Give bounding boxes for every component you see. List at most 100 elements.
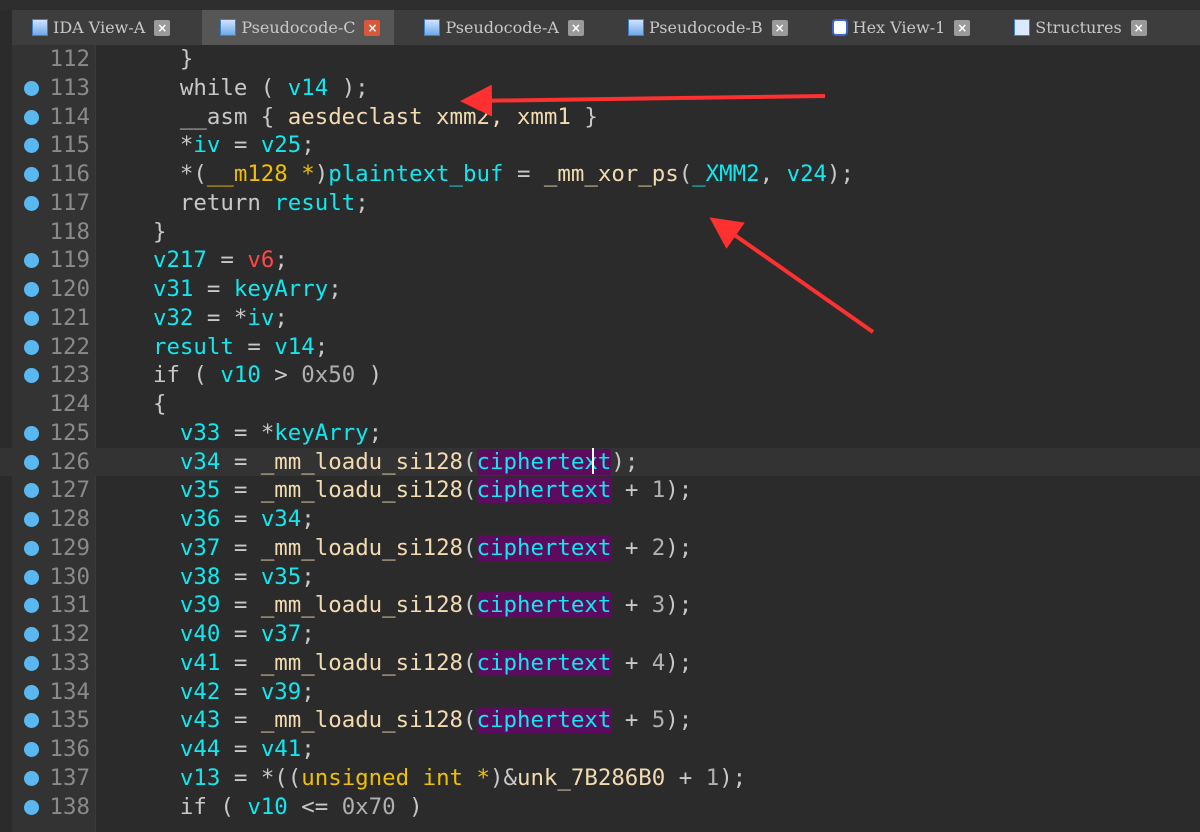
- variable[interactable]: v35: [180, 477, 220, 503]
- variable[interactable]: v217: [153, 247, 207, 273]
- function-name[interactable]: unk_7B286B0: [517, 765, 665, 791]
- code-line[interactable]: 131 v39 = _mm_loadu_si128(ciphertext + 3…: [0, 591, 1200, 620]
- tab-pseudocode-b[interactable]: Pseudocode-B ×: [610, 10, 802, 45]
- variable[interactable]: v14: [274, 334, 314, 360]
- variable[interactable]: v39: [261, 679, 301, 705]
- breakpoint-dot-icon[interactable]: [24, 80, 39, 96]
- variable[interactable]: v25: [261, 132, 301, 158]
- variable[interactable]: result: [153, 334, 234, 360]
- code-line[interactable]: 122 result = v14;: [0, 333, 1200, 362]
- breakpoint-dot-icon[interactable]: [24, 253, 39, 269]
- breakpoint-dot-icon[interactable]: [24, 512, 39, 527]
- variable[interactable]: v10: [220, 362, 260, 388]
- breakpoint-dot-icon[interactable]: [24, 598, 39, 614]
- search-highlight[interactable]: ciphertext: [476, 649, 612, 676]
- variable[interactable]: result: [274, 190, 355, 216]
- close-tab-icon[interactable]: ×: [154, 19, 171, 36]
- variable[interactable]: v14: [288, 75, 328, 101]
- code-line[interactable]: 129 v37 = _mm_loadu_si128(ciphertext + 2…: [0, 534, 1200, 563]
- variable[interactable]: v10: [247, 794, 287, 820]
- variable[interactable]: v24: [787, 161, 827, 187]
- variable[interactable]: keyArry: [274, 420, 368, 446]
- code-line[interactable]: 118 }: [0, 218, 1200, 247]
- variable[interactable]: v41: [180, 650, 220, 676]
- code-line[interactable]: 116 *(__m128 *)plaintext_buf = _mm_xor_p…: [0, 160, 1200, 189]
- variable[interactable]: v40: [180, 621, 220, 647]
- variable[interactable]: v33: [180, 420, 220, 446]
- breakpoint-dot-icon[interactable]: [24, 684, 39, 700]
- variable[interactable]: v36: [180, 506, 220, 532]
- variable[interactable]: v43: [180, 707, 220, 733]
- breakpoint-dot-icon[interactable]: [24, 195, 39, 211]
- breakpoint-dot-icon[interactable]: [24, 282, 39, 297]
- code-line[interactable]: 135 v43 = _mm_loadu_si128(ciphertext + 5…: [0, 706, 1200, 735]
- variable[interactable]: iv: [247, 305, 274, 331]
- variable[interactable]: keyArry: [234, 276, 328, 302]
- code-line[interactable]: 112 }: [0, 45, 1200, 74]
- close-tab-icon[interactable]: ×: [1130, 19, 1147, 36]
- code-line[interactable]: 136 v44 = v41;: [0, 735, 1200, 764]
- search-highlight[interactable]: ciphertext: [476, 592, 612, 619]
- breakpoint-dot-icon[interactable]: [24, 167, 39, 182]
- tab-structures[interactable]: Structures ×: [996, 10, 1160, 45]
- code-line[interactable]: 125 v33 = *keyArry;: [0, 419, 1200, 448]
- code-line[interactable]: 134 v42 = v39;: [0, 678, 1200, 707]
- variable[interactable]: v38: [180, 564, 220, 590]
- code-line[interactable]: 127 v35 = _mm_loadu_si128(ciphertext + 1…: [0, 476, 1200, 505]
- code-line[interactable]: 124 {: [0, 390, 1200, 419]
- breakpoint-dot-icon[interactable]: [24, 655, 39, 671]
- variable[interactable]: v34: [180, 449, 220, 475]
- code-line[interactable]: 138 if ( v10 <= 0x70 ): [0, 793, 1200, 822]
- code-line[interactable]: 115 *iv = v25;: [0, 131, 1200, 160]
- breakpoint-dot-icon[interactable]: [24, 713, 39, 729]
- code-line[interactable]: 132 v40 = v37;: [0, 620, 1200, 649]
- breakpoint-dot-icon[interactable]: [24, 540, 39, 556]
- variable[interactable]: v31: [153, 276, 193, 302]
- function-name[interactable]: _mm_xor_ps: [544, 161, 679, 187]
- function-name[interactable]: _mm_loadu_si128: [261, 449, 463, 475]
- code-line[interactable]: 130 v38 = v35;: [0, 563, 1200, 592]
- variable[interactable]: plaintext_buf: [328, 161, 503, 187]
- variable[interactable]: _XMM2: [692, 161, 759, 187]
- variable[interactable]: v34: [261, 506, 301, 532]
- breakpoint-dot-icon[interactable]: [24, 138, 39, 154]
- function-name[interactable]: _mm_loadu_si128: [261, 535, 463, 561]
- variable[interactable]: v32: [153, 305, 193, 331]
- variable[interactable]: v37: [180, 535, 220, 561]
- breakpoint-dot-icon[interactable]: [24, 799, 39, 815]
- search-highlight[interactable]: ciphertext: [476, 707, 612, 734]
- breakpoint-dot-icon[interactable]: [24, 339, 39, 355]
- code-line[interactable]: 120 v31 = keyArry;: [0, 275, 1200, 304]
- pseudocode-view[interactable]: 112 } 113 while ( v14 ); 114 __asm { aesde…: [0, 45, 1200, 821]
- search-highlight[interactable]: ciphertext: [476, 534, 612, 561]
- breakpoint-dot-icon[interactable]: [24, 742, 39, 757]
- code-line[interactable]: 113 while ( v14 );: [0, 74, 1200, 103]
- variable[interactable]: v37: [261, 621, 301, 647]
- code-line[interactable]: 114 __asm { aesdeclast xmm2, xmm1 }: [0, 103, 1200, 132]
- code-line[interactable]: 126 v34 = _mm_loadu_si128(ciphertext);: [0, 447, 1200, 477]
- breakpoint-dot-icon[interactable]: [24, 483, 39, 499]
- code-line[interactable]: 117 return result;: [0, 189, 1200, 218]
- search-highlight[interactable]: ciphertext: [476, 477, 612, 504]
- code-line[interactable]: 123 if ( v10 > 0x50 ): [0, 361, 1200, 390]
- tab-hex-view-1[interactable]: Hex View-1 ×: [814, 10, 985, 45]
- variable[interactable]: v41: [261, 736, 301, 762]
- code-line[interactable]: 137 v13 = *((unsigned int *)&unk_7B286B0…: [0, 764, 1200, 793]
- variable[interactable]: v39: [180, 592, 220, 618]
- function-name[interactable]: _mm_loadu_si128: [261, 707, 463, 733]
- variable[interactable]: iv: [193, 132, 220, 158]
- code-line[interactable]: 133 v41 = _mm_loadu_si128(ciphertext + 4…: [0, 649, 1200, 678]
- function-name[interactable]: _mm_loadu_si128: [261, 592, 463, 618]
- breakpoint-dot-icon[interactable]: [24, 569, 39, 585]
- close-tab-icon[interactable]: ×: [954, 19, 971, 36]
- code-line[interactable]: 119 v217 = v6;: [0, 246, 1200, 275]
- tab-pseudocode-a[interactable]: Pseudocode-A ×: [406, 10, 597, 45]
- tab-ida-view-a[interactable]: IDA View-A ×: [12, 10, 184, 45]
- variable[interactable]: v44: [180, 736, 220, 762]
- function-name[interactable]: _mm_loadu_si128: [261, 650, 463, 676]
- breakpoint-dot-icon[interactable]: [24, 109, 39, 125]
- variable[interactable]: v35: [261, 564, 301, 590]
- close-tab-icon[interactable]: ×: [364, 19, 381, 36]
- breakpoint-dot-icon[interactable]: [24, 368, 39, 384]
- close-tab-icon[interactable]: ×: [567, 19, 584, 36]
